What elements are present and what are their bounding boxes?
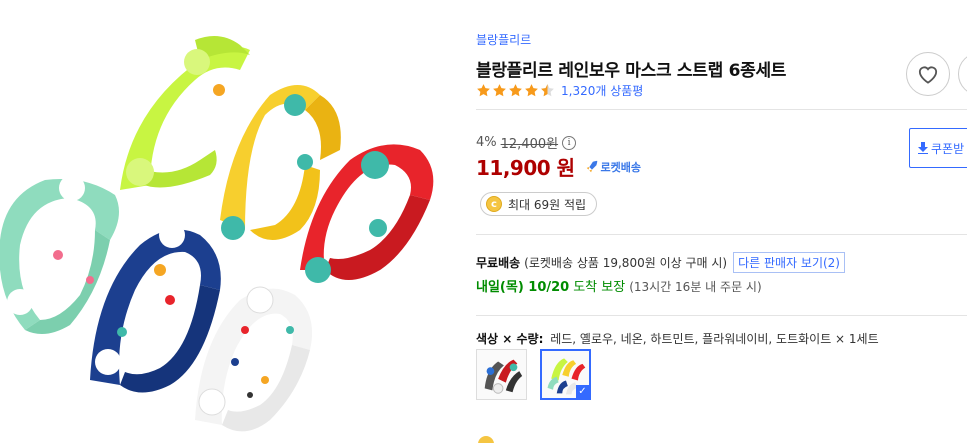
free-shipping-label: 무료배송 (476, 256, 521, 270)
original-price: 12,400원 (500, 137, 559, 152)
option-thumbnail[interactable] (476, 349, 527, 400)
discount-rate: 4% (476, 135, 497, 150)
arrival-row: 내일(목) 10/20 도착 보장 (13시간 16분 내 주문 시) (476, 276, 762, 295)
strap-neon (120, 36, 250, 191)
star-half-icon (541, 83, 554, 96)
strap-red (300, 144, 434, 283)
sale-price: 11,900 원 (476, 156, 575, 180)
star-icon (525, 83, 538, 96)
cashback-text: 최대 69원 적립 (508, 197, 587, 212)
download-icon (918, 142, 928, 154)
discount-row: 4% 12,400원 i (476, 133, 577, 152)
heart-icon (918, 66, 938, 84)
option-thumbnail-selected[interactable]: ✓ (540, 349, 591, 400)
coin-icon: c (486, 196, 502, 212)
product-title: 블랑플리르 레인보우 마스크 스트랩 6종세트 (476, 61, 787, 81)
option-summary: 색상 × 수량: 레드, 옐로우, 네온, 하트민트, 플라워네이비, 도트화이… (476, 330, 879, 347)
cashback-badge: c 최대 69원 적립 (480, 192, 598, 216)
coupon-download-button[interactable]: 쿠폰받 (909, 128, 967, 168)
rating-summary[interactable]: 1,320개 상품평 (476, 81, 643, 99)
star-icon (509, 83, 522, 96)
info-icon[interactable]: i (562, 135, 577, 150)
thumbnail-image (477, 350, 526, 399)
brand-link[interactable]: 블랑플리르 (476, 31, 531, 48)
coupon-label: 쿠폰받 (931, 141, 965, 156)
review-count-link[interactable]: 1,320개 상품평 (561, 82, 643, 99)
star-icon (493, 83, 506, 96)
option-thumbnails: ✓ (476, 349, 591, 400)
share-button[interactable] (958, 52, 967, 96)
product-main-image (0, 0, 445, 443)
divider (476, 109, 967, 110)
product-info-panel: 블랑플리르 블랑플리르 레인보우 마스크 스트랩 6종세트 1,320개 상품평… (476, 0, 967, 443)
arrival-guarantee: 도착 보장 (573, 280, 626, 295)
arrival-deadline: (13시간 16분 내 주문 시) (629, 280, 762, 294)
check-icon: ✓ (576, 385, 589, 398)
price-row: 11,900 원 로켓배송 (476, 152, 641, 181)
other-sellers-button[interactable]: 다른 판매자 보기(2) (733, 252, 845, 273)
star-rating (476, 83, 555, 98)
arrival-date: 내일(목) 10/20 (476, 280, 570, 295)
strap-mint (0, 175, 119, 334)
strap-navy (90, 222, 221, 393)
option-value: 레드, 옐로우, 네온, 하트민트, 플라워네이비, 도트화이트 × 1세트 (550, 332, 879, 346)
rocket-icon (586, 160, 597, 172)
wishlist-button[interactable] (906, 52, 950, 96)
rocket-label: 로켓배송 (600, 160, 642, 174)
rocket-delivery-badge: 로켓배송 (585, 159, 641, 175)
option-label: 색상 × 수량: (476, 332, 544, 346)
shipping-row: 무료배송 (로켓배송 상품 19,800원 이상 구매 시) 다른 판매자 보기… (476, 252, 845, 273)
divider (476, 315, 967, 316)
star-icon (477, 83, 490, 96)
shipping-condition: (로켓배송 상품 19,800원 이상 구매 시) (524, 256, 728, 270)
divider (476, 234, 967, 235)
